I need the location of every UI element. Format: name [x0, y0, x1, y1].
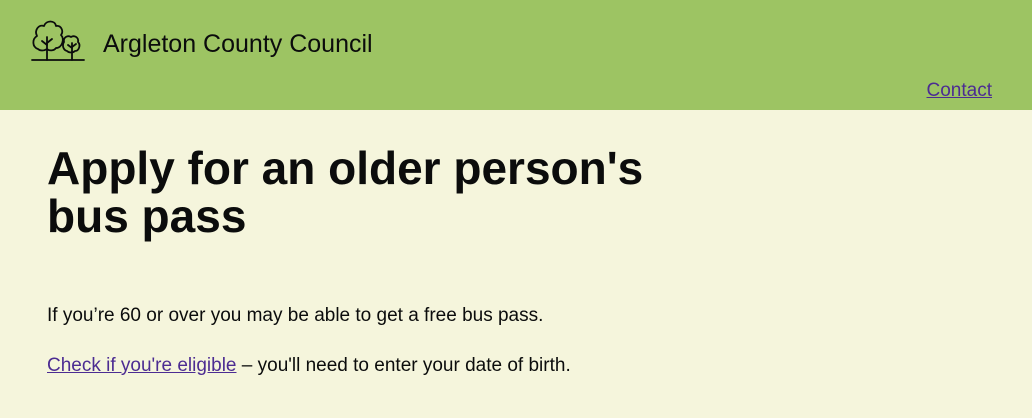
intro-text: If you’re 60 or over you may be able to …: [47, 305, 544, 326]
page-title: Apply for an older person's bus pass: [47, 142, 644, 242]
contact-link[interactable]: Contact: [927, 80, 992, 102]
site-name[interactable]: Argleton County Council: [103, 29, 373, 59]
eligibility-paragraph: Check if you're eligible – you'll need t…: [47, 355, 571, 377]
eligibility-note: – you'll need to enter your date of birt…: [236, 355, 571, 376]
check-eligibility-link[interactable]: Check if you're eligible: [47, 355, 237, 376]
main-content: Apply for an older person's bus pass If …: [0, 110, 1032, 418]
site-header: Argleton County Council Contact: [0, 0, 1032, 110]
trees-icon[interactable]: [31, 15, 85, 63]
